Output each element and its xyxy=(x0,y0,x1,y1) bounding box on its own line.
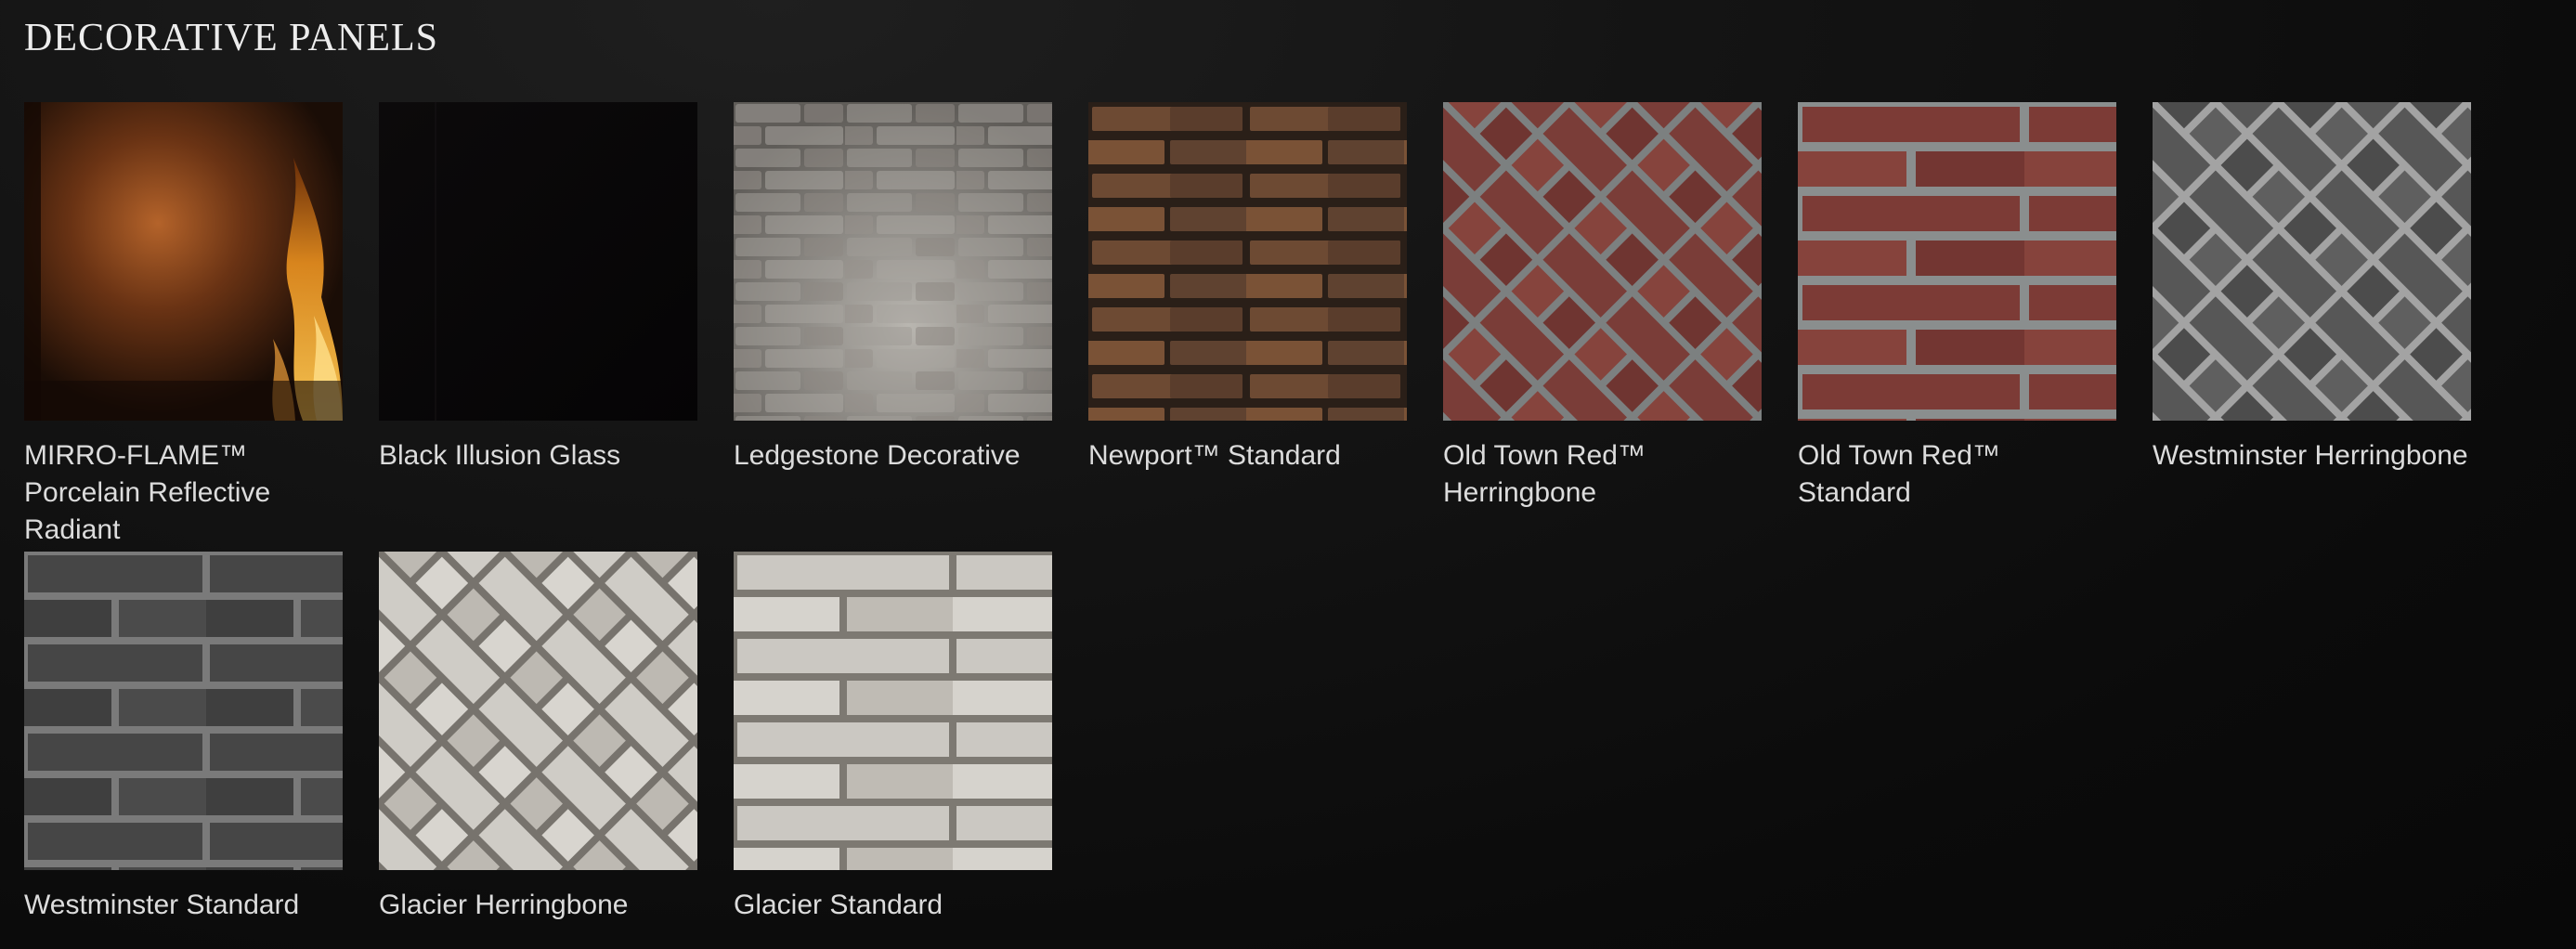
panel-label: Newport™ Standard xyxy=(1088,440,1341,471)
panel-westminster-standard[interactable]: Westminster Standard xyxy=(24,552,343,924)
panel-newport-standard[interactable]: Newport™ Standard xyxy=(1088,102,1407,474)
panel-label: Ledgestone Decorative xyxy=(734,440,1021,471)
black-glass-swatch xyxy=(379,102,697,421)
grey-brick-swatch xyxy=(24,552,343,870)
section-title: DECORATIVE PANELS xyxy=(24,17,438,59)
panel-black-illusion-glass[interactable]: Black Illusion Glass xyxy=(379,102,697,474)
panel-label: Westminster Standard xyxy=(24,890,300,920)
red-brick-swatch xyxy=(1798,102,2116,421)
grey-herringbone-swatch xyxy=(2153,102,2471,421)
panel-old-town-red-standard[interactable]: Old Town Red™ Standard xyxy=(1798,102,2116,512)
flame-reflective-swatch xyxy=(24,102,343,421)
white-herringbone-swatch xyxy=(379,552,697,870)
panel-label: Old Town Red™ Standard xyxy=(1798,440,2000,508)
panel-mirro-flame[interactable]: MIRRO-FLAME™ Porcelain Reflective Radian… xyxy=(24,102,343,549)
red-herringbone-swatch xyxy=(1443,102,1762,421)
panel-ledgestone-decorative[interactable]: Ledgestone Decorative xyxy=(734,102,1052,474)
panel-label: Glacier Standard xyxy=(734,890,943,920)
brown-brick-swatch xyxy=(1088,102,1407,421)
panel-label: Old Town Red™ Herringbone xyxy=(1443,440,1646,508)
white-brick-swatch xyxy=(734,552,1052,870)
panel-label: Glacier Herringbone xyxy=(379,890,629,920)
panel-westminster-herringbone[interactable]: Westminster Herringbone xyxy=(2153,102,2471,474)
ledgestone-swatch xyxy=(734,102,1052,421)
panel-label: Westminster Herringbone xyxy=(2153,440,2468,471)
panel-label: Black Illusion Glass xyxy=(379,440,621,471)
panel-glacier-herringbone[interactable]: Glacier Herringbone xyxy=(379,552,697,924)
panel-old-town-red-herringbone[interactable]: Old Town Red™ Herringbone xyxy=(1443,102,1762,512)
panel-glacier-standard[interactable]: Glacier Standard xyxy=(734,552,1052,924)
panel-label: MIRRO-FLAME™ Porcelain Reflective Radian… xyxy=(24,440,271,545)
